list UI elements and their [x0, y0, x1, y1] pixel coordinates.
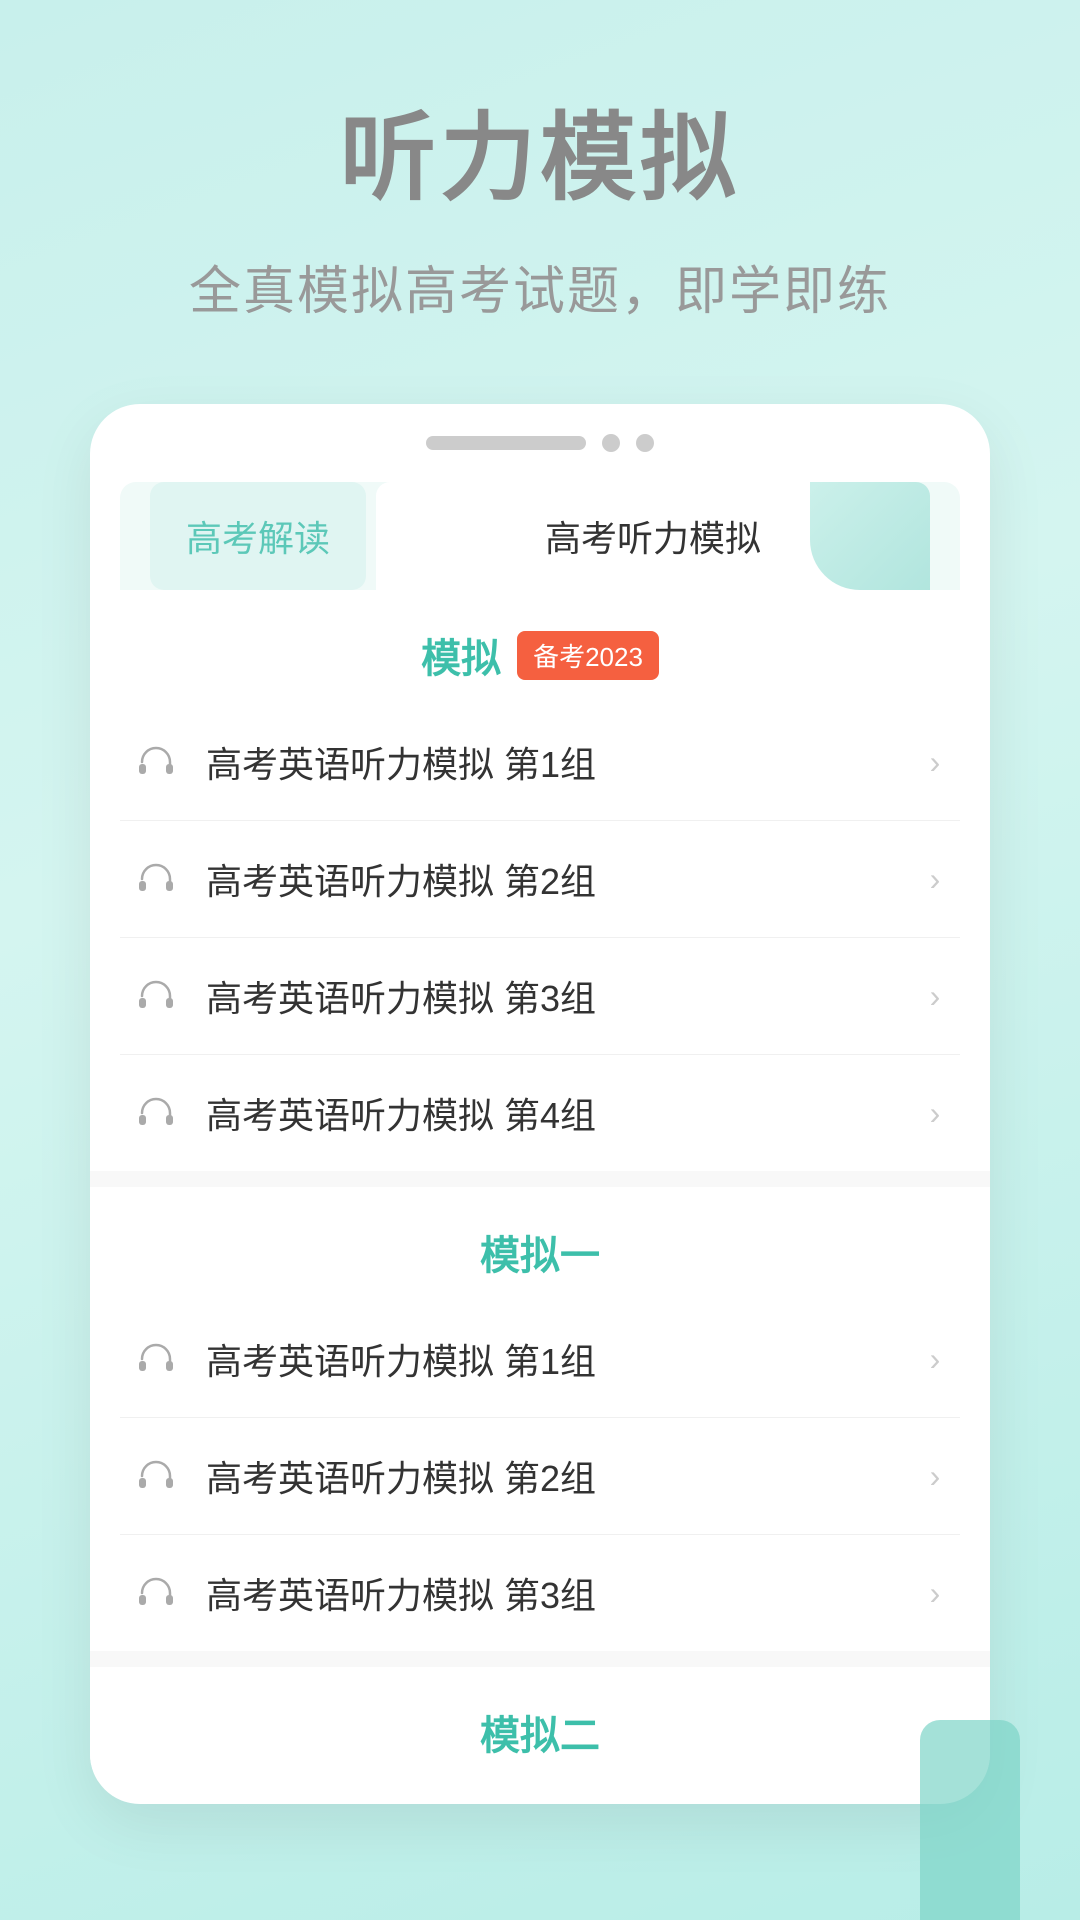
- page-title: 听力模拟: [0, 80, 1080, 219]
- headphone-icon: [130, 1333, 182, 1385]
- list-item[interactable]: 高考英语听力模拟 第3组 ›: [120, 938, 960, 1055]
- list-item[interactable]: 高考英语听力模拟 第1组 ›: [120, 1301, 960, 1418]
- item-text: 高考英语听力模拟 第3组: [206, 1567, 920, 1619]
- item-text: 高考英语听力模拟 第4组: [206, 1087, 920, 1139]
- item-text: 高考英语听力模拟 第2组: [206, 1450, 920, 1502]
- item-text: 高考英语听力模拟 第2组: [206, 853, 920, 905]
- item-text: 高考英语听力模拟 第1组: [206, 1333, 920, 1385]
- tab-bar: 高考解读 高考听力模拟: [120, 482, 960, 590]
- section-moni-badge: 备考2023: [517, 631, 659, 680]
- section-moni2-header: 模拟二: [120, 1667, 960, 1781]
- section-moni1-title: 模拟一: [480, 1223, 600, 1281]
- section-moni-header: 模拟 备考2023: [120, 590, 960, 704]
- item-text: 高考英语听力模拟 第3组: [206, 970, 920, 1022]
- headphone-icon: [130, 1450, 182, 1502]
- chevron-right-icon: ›: [920, 1578, 950, 1608]
- headphone-icon: [130, 1567, 182, 1619]
- page-subtitle: 全真模拟高考试题，即学即练: [0, 249, 1080, 324]
- phone-dot-1: [602, 434, 620, 452]
- chevron-right-icon: ›: [920, 864, 950, 894]
- page-header: 听力模拟 全真模拟高考试题，即学即练: [0, 0, 1080, 364]
- list-item[interactable]: 高考英语听力模拟 第3组 ›: [120, 1535, 960, 1651]
- headphone-icon: [130, 1087, 182, 1139]
- list-item[interactable]: 高考英语听力模拟 第2组 ›: [120, 821, 960, 938]
- phone-pill: [426, 436, 586, 450]
- tab-gaokao-tingli[interactable]: 高考听力模拟: [376, 482, 930, 590]
- section-moni1-header: 模拟一: [120, 1187, 960, 1301]
- chevron-right-icon: ›: [920, 1344, 950, 1374]
- phone-mockup: 高考解读 高考听力模拟 模拟 备考2023: [90, 404, 990, 1804]
- chevron-right-icon: ›: [920, 981, 950, 1011]
- chevron-right-icon: ›: [920, 1461, 950, 1491]
- headphone-icon: [130, 970, 182, 1022]
- phone-top-bar: [90, 434, 990, 472]
- chevron-right-icon: ›: [920, 1098, 950, 1128]
- headphone-icon: [130, 736, 182, 788]
- section-moni-title: 模拟: [421, 626, 501, 684]
- list-item[interactable]: 高考英语听力模拟 第2组 ›: [120, 1418, 960, 1535]
- teal-decoration: [920, 1720, 1020, 1920]
- list-item[interactable]: 高考英语听力模拟 第4组 ›: [120, 1055, 960, 1171]
- list-item[interactable]: 高考英语听力模拟 第1组 ›: [120, 704, 960, 821]
- phone-dot-2: [636, 434, 654, 452]
- item-text: 高考英语听力模拟 第1组: [206, 736, 920, 788]
- page-container: 听力模拟 全真模拟高考试题，即学即练 高考解读 高考听力模拟 模拟 备考20: [0, 0, 1080, 1804]
- section-moni2-title: 模拟二: [480, 1703, 600, 1761]
- content-area: 模拟 备考2023 高考英语听力模拟 第1组 ›: [90, 590, 990, 1781]
- headphone-icon: [130, 853, 182, 905]
- section-moni-list: 高考英语听力模拟 第1组 › 高考英语听力模拟 第2组 ›: [120, 704, 960, 1171]
- section-moni1-list: 高考英语听力模拟 第1组 › 高考英语听力模拟 第2组 ›: [120, 1301, 960, 1651]
- section-divider: [90, 1171, 990, 1187]
- tab-gaokao-jiedu[interactable]: 高考解读: [150, 482, 366, 590]
- section-divider-2: [90, 1651, 990, 1667]
- chevron-right-icon: ›: [920, 747, 950, 777]
- tab-decoration: [810, 482, 930, 590]
